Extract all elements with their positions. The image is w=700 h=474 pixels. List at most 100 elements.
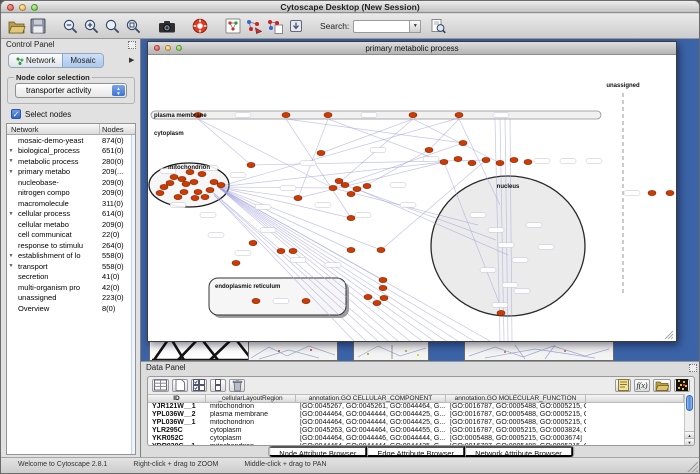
attribute-function-icon[interactable]: f(x)	[634, 379, 650, 392]
tree-row[interactable]: ▼ biological_process 651(0)	[7, 146, 135, 157]
node-color-select[interactable]: transporter activity ▲▼	[15, 83, 127, 98]
tree-row[interactable]: secretion 41(0)	[7, 272, 135, 283]
network-node[interactable]	[379, 277, 387, 282]
network-node[interactable]	[459, 140, 467, 145]
network-view-window[interactable]: primary metabolic process plasma membran…	[147, 41, 677, 342]
search-input[interactable]	[353, 20, 409, 33]
network-node[interactable]	[156, 190, 164, 195]
network-node[interactable]	[335, 178, 343, 183]
tree-row[interactable]: ▼ establishment of lo 558(0)	[7, 251, 135, 262]
expander-icon[interactable]: ▼	[7, 253, 15, 259]
network-node[interactable]	[247, 162, 255, 167]
minimize-network-icon[interactable]	[165, 45, 171, 51]
network-node[interactable]	[201, 194, 209, 199]
network-node[interactable]	[377, 247, 385, 252]
vizmapper-icon[interactable]	[243, 16, 264, 37]
network-node[interactable]	[217, 182, 225, 187]
network-node[interactable]	[324, 112, 332, 117]
network-node[interactable]	[317, 150, 325, 155]
network-node[interactable]	[174, 194, 182, 199]
col-header-id[interactable]: ID	[148, 395, 206, 402]
network-node[interactable]	[232, 260, 240, 265]
tree-row[interactable]: nitrogen compo 209(0)	[7, 188, 135, 199]
network-node[interactable]	[482, 157, 490, 162]
network-node[interactable]	[198, 171, 206, 176]
new-attribute-icon[interactable]	[172, 379, 188, 392]
network-node[interactable]	[289, 248, 297, 253]
network-node[interactable]	[178, 176, 186, 181]
minimized-window-2[interactable]	[353, 341, 429, 361]
advanced-search-icon[interactable]	[427, 16, 448, 37]
network-node[interactable]	[190, 179, 198, 184]
tab-mosaic[interactable]: Mosaic	[62, 54, 102, 67]
network-node[interactable]	[364, 294, 372, 299]
heatmap-icon[interactable]	[674, 379, 690, 392]
col-header-cellular-component[interactable]: annotation.GO CELLULAR_COMPONENT	[296, 395, 446, 402]
network-node[interactable]	[277, 248, 285, 253]
browser-tab[interactable]: Edge Attribute Browser	[367, 446, 465, 457]
tree-scrollbar[interactable]	[131, 135, 135, 454]
expander-icon[interactable]: ▼	[7, 211, 15, 217]
network-node[interactable]	[425, 147, 433, 152]
tree-row[interactable]: unassigned 223(0)	[7, 293, 135, 304]
browser-tab[interactable]: Node Attribute Browser	[269, 446, 367, 457]
network-node[interactable]	[180, 189, 188, 194]
app-resize-grip[interactable]	[687, 461, 698, 472]
float-panel-icon[interactable]	[128, 41, 136, 49]
table-row[interactable]: YKR052C cytoplasm [GO:0044464, GO:004444…	[148, 435, 684, 443]
tree-row[interactable]: ▼ transport 558(0)	[7, 261, 135, 272]
network-node[interactable]	[455, 112, 463, 117]
col-header-molecular-function[interactable]: annotation.GO MOLECULAR_FUNCTION	[446, 395, 586, 402]
network-node[interactable]	[468, 160, 476, 165]
minimized-window-3[interactable]	[464, 341, 614, 361]
save-session-button[interactable]	[27, 16, 48, 37]
scroll-down-icon[interactable]: ▼	[685, 438, 694, 445]
delete-attribute-icon[interactable]	[229, 379, 245, 392]
zoom-network-icon[interactable]	[176, 45, 182, 51]
network-node[interactable]	[347, 191, 355, 196]
tree-row[interactable]: Overview 8(0)	[7, 303, 135, 314]
network-node[interactable]	[380, 295, 388, 300]
open-session-button[interactable]	[6, 16, 27, 37]
network-node[interactable]	[510, 157, 518, 162]
network-node[interactable]	[524, 159, 532, 164]
minimized-window-1[interactable]	[248, 341, 338, 361]
scrollbar-thumb[interactable]	[686, 395, 693, 411]
import-attributes-icon[interactable]	[653, 379, 671, 392]
scroll-up-icon[interactable]: ▲	[685, 431, 694, 438]
close-network-icon[interactable]	[154, 45, 160, 51]
network-node[interactable]	[166, 180, 174, 185]
network-node[interactable]	[666, 190, 674, 195]
expander-icon[interactable]: ▼	[7, 148, 15, 154]
network-node[interactable]	[206, 187, 214, 192]
tree-row[interactable]: ▼ primary metabo 209(...	[7, 167, 135, 178]
attribute-notes-icon[interactable]	[615, 379, 631, 392]
network-node[interactable]	[373, 300, 381, 305]
expander-icon[interactable]: ▼	[7, 263, 15, 269]
tree-row[interactable]: macromolecule 311(0)	[7, 198, 135, 209]
tree-row[interactable]: multi-organism pro 42(0)	[7, 282, 135, 293]
import-annotation-icon[interactable]	[285, 16, 306, 37]
zoom-out-icon[interactable]	[60, 16, 81, 37]
network-node[interactable]	[496, 160, 504, 165]
network-node[interactable]	[648, 190, 656, 195]
network-window-titlebar[interactable]: primary metabolic process	[148, 42, 676, 55]
network-node[interactable]	[353, 186, 361, 191]
select-nodes-checkbox[interactable]: ✓	[11, 109, 21, 119]
network-node[interactable]	[249, 240, 257, 245]
network-node[interactable]	[170, 174, 178, 179]
network-node[interactable]	[210, 179, 218, 184]
network-node[interactable]	[282, 112, 290, 117]
network-node[interactable]	[347, 215, 355, 220]
network-node[interactable]	[440, 159, 448, 164]
select-attributes-icon[interactable]	[191, 379, 207, 392]
table-row[interactable]: YJR121W__1 mitochondrion [GO:0045267, GO…	[148, 403, 684, 411]
zoom-in-icon[interactable]	[81, 16, 102, 37]
tab-overflow-arrow-icon[interactable]: ▶	[129, 56, 134, 64]
unselect-attributes-icon[interactable]	[210, 379, 226, 392]
network-node[interactable]	[302, 298, 310, 303]
app-titlebar[interactable]: Cytoscape Desktop (New Session)	[1, 1, 699, 13]
tree-row[interactable]: cellular metabo 209(0)	[7, 219, 135, 230]
tree-row[interactable]: mosaic-demo-yeast 874(0)	[7, 135, 135, 146]
search-dropdown-button[interactable]: ▼	[409, 20, 421, 33]
